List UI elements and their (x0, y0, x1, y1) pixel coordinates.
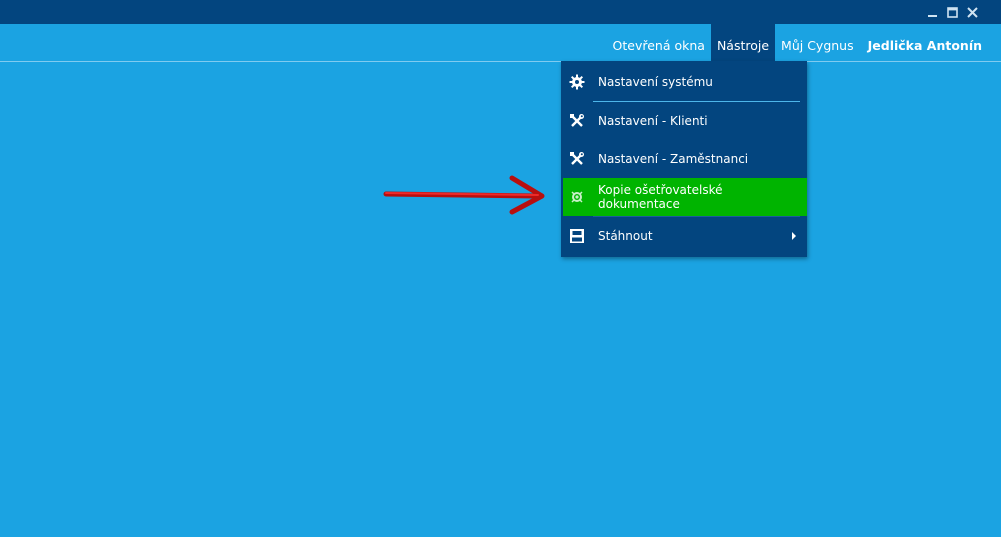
menu-item-label: Nastavení - Zaměstnanci (598, 152, 749, 166)
title-bar (0, 0, 1001, 24)
floppy-disk-icon (569, 228, 585, 244)
nav-open-windows[interactable]: Otevřená okna (607, 24, 711, 61)
menu-item-label: Kopie ošetřovatelské dokumentace (598, 183, 723, 211)
tools-dropdown-menu: Nastavení systému Nastavení - Klienti Na… (561, 61, 807, 257)
menu-item-employee-settings[interactable]: Nastavení - Zaměstnanci (563, 140, 805, 178)
annotation-arrow (383, 175, 545, 215)
menu-item-label: Nastavení systému (598, 75, 713, 89)
gear-icon (569, 74, 585, 90)
submenu-arrow-icon (792, 232, 796, 240)
menu-item-client-settings[interactable]: Nastavení - Klienti (563, 102, 805, 140)
nav-tools[interactable]: Nástroje (710, 24, 776, 61)
menu-item-label: Nastavení - Klienti (598, 114, 708, 128)
menu-item-care-documentation-copy[interactable]: Kopie ošetřovatelské dokumentace (563, 178, 807, 216)
menu-item-system-settings[interactable]: Nastavení systému (563, 63, 805, 101)
top-navigation: Otevřená okna Nástroje Můj Cygnus Jedlič… (0, 24, 1001, 62)
wrench-icon (569, 151, 585, 167)
menu-item-download[interactable]: Stáhnout (563, 217, 805, 255)
archive-icon (569, 189, 585, 205)
nav-my-cygnus[interactable]: Můj Cygnus (775, 24, 860, 61)
window-controls (926, 6, 979, 19)
close-icon[interactable] (966, 6, 979, 19)
maximize-icon[interactable] (946, 6, 959, 19)
wrench-icon (569, 113, 585, 129)
nav-user-name[interactable]: Jedlička Antonín (860, 24, 1001, 61)
menu-item-label: Stáhnout (598, 229, 653, 243)
minimize-icon[interactable] (926, 6, 939, 19)
